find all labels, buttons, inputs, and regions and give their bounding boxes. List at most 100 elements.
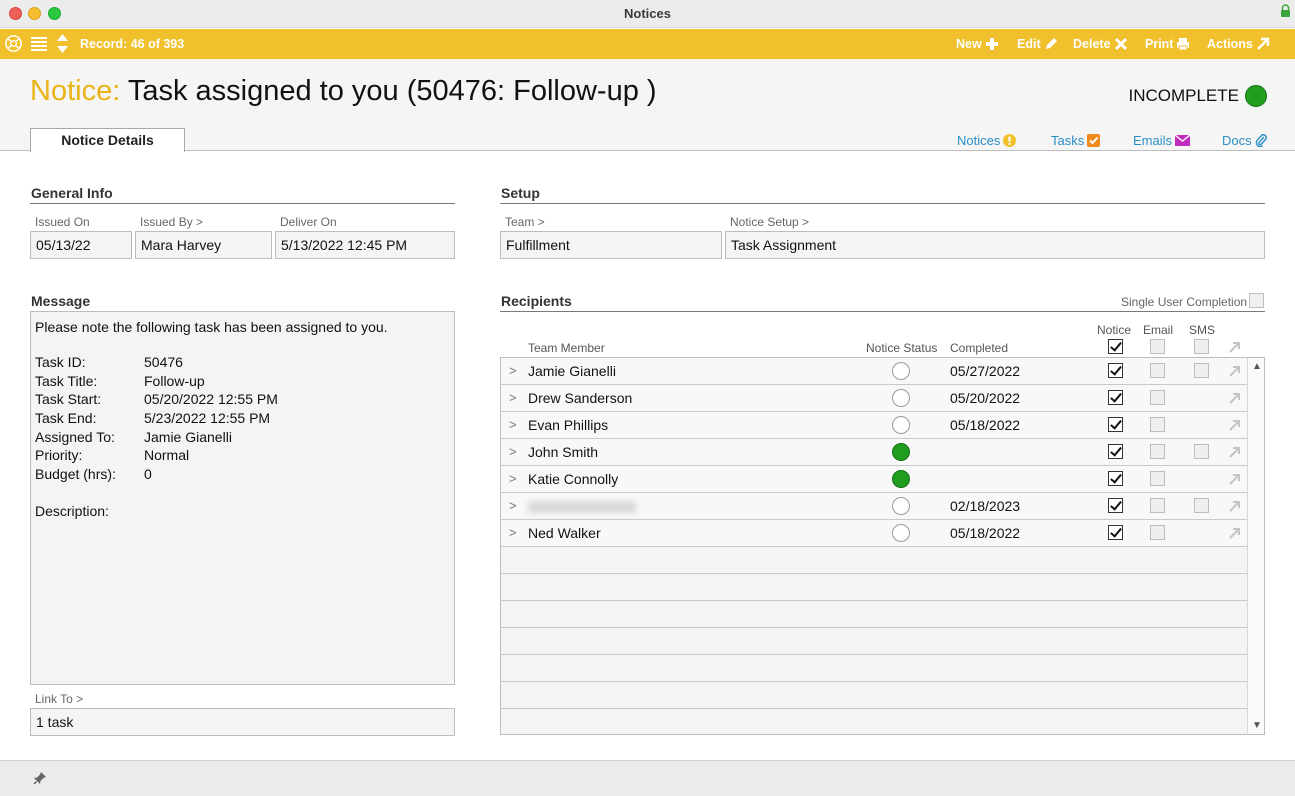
pin-icon[interactable]	[33, 771, 47, 785]
email-checkbox[interactable]	[1150, 390, 1165, 405]
team-label[interactable]: Team >	[505, 215, 545, 229]
delete-button[interactable]: Delete	[1073, 37, 1128, 51]
expand-arrow-icon[interactable]: >	[509, 444, 517, 459]
email-checkbox[interactable]	[1150, 471, 1165, 486]
team-field[interactable]: Fulfillment	[500, 231, 722, 259]
col-sms[interactable]: SMS	[1189, 323, 1215, 337]
recipient-row[interactable]: > Evan Phillips 05/18/2022	[501, 412, 1247, 439]
arrow-out-icon[interactable]	[1229, 392, 1241, 404]
recipient-row[interactable]: > Jamie Gianelli 05/27/2022	[501, 358, 1247, 385]
message-body[interactable]: Please note the following task has been …	[30, 311, 455, 685]
tab-docs[interactable]: Docs	[1222, 133, 1268, 148]
email-checkbox[interactable]	[1150, 498, 1165, 513]
arrow-out-icon[interactable]	[1229, 527, 1241, 539]
issued-by-label[interactable]: Issued By >	[140, 215, 203, 229]
title-bar: Notices	[0, 0, 1295, 28]
link-to-field[interactable]: 1 task	[30, 708, 455, 736]
col-email[interactable]: Email	[1143, 323, 1173, 337]
col-team-member[interactable]: Team Member	[528, 341, 605, 355]
expand-arrow-icon[interactable]: >	[509, 525, 517, 540]
edit-button[interactable]: Edit	[1017, 37, 1058, 51]
email-all-checkbox[interactable]	[1150, 339, 1165, 354]
expand-arrow-icon[interactable]: >	[509, 390, 517, 405]
recipient-row[interactable]: > Drew Sanderson 05/20/2022	[501, 385, 1247, 412]
email-checkbox[interactable]	[1150, 444, 1165, 459]
issued-on-field[interactable]: 05/13/22	[30, 231, 132, 259]
recipient-row[interactable]: >02/18/2023	[501, 493, 1247, 520]
lock-icon[interactable]	[1280, 4, 1291, 18]
link-to-label[interactable]: Link To >	[35, 692, 83, 706]
notice-checkbox[interactable]	[1108, 498, 1123, 513]
recipients-scrollbar[interactable]: ▲ ▼	[1247, 358, 1264, 734]
notice-checkbox[interactable]	[1108, 444, 1123, 459]
issued-by-field[interactable]: Mara Harvey	[135, 231, 272, 259]
sms-checkbox[interactable]	[1194, 444, 1209, 459]
notice-checkbox[interactable]	[1108, 471, 1123, 486]
arrow-out-icon[interactable]	[1229, 365, 1241, 377]
arrow-out-icon[interactable]	[1229, 341, 1241, 353]
email-checkbox[interactable]	[1150, 525, 1165, 540]
tab-notices[interactable]: Notices	[957, 133, 1017, 148]
recipient-row[interactable]: > John Smith	[501, 439, 1247, 466]
issued-on-label: Issued On	[35, 215, 90, 229]
recipient-row[interactable]: > Katie Connolly	[501, 466, 1247, 493]
notice-setup-field[interactable]: Task Assignment	[725, 231, 1265, 259]
notice-all-checkbox[interactable]	[1108, 339, 1123, 354]
notice-checkbox[interactable]	[1108, 363, 1123, 378]
exclamation-icon	[1003, 134, 1017, 147]
redacted-name	[528, 501, 636, 513]
col-completed[interactable]: Completed	[950, 341, 1008, 355]
empty-row	[501, 682, 1247, 709]
empty-row	[501, 574, 1247, 601]
notice-status-dot	[892, 470, 910, 488]
recipient-name[interactable]: Katie Connolly	[528, 471, 618, 487]
recipient-name[interactable]: Drew Sanderson	[528, 390, 632, 406]
col-notice[interactable]: Notice	[1097, 323, 1131, 337]
recipient-name[interactable]: Ned Walker	[528, 525, 601, 541]
notice-checkbox[interactable]	[1108, 525, 1123, 540]
email-checkbox[interactable]	[1150, 417, 1165, 432]
expand-arrow-icon[interactable]: >	[509, 498, 517, 513]
globe-icon[interactable]	[4, 34, 23, 53]
notice-status-dot	[892, 389, 910, 407]
expand-arrow-icon[interactable]: >	[509, 417, 517, 432]
deliver-on-label: Deliver On	[280, 215, 337, 229]
scroll-up-icon[interactable]: ▲	[1252, 361, 1262, 372]
expand-arrow-icon[interactable]: >	[509, 471, 517, 486]
message-intro: Please note the following task has been …	[35, 319, 388, 335]
recipient-name[interactable]: Jamie Gianelli	[528, 363, 616, 379]
notice-status-dot	[892, 497, 910, 515]
sms-all-checkbox[interactable]	[1194, 339, 1209, 354]
scroll-down-icon[interactable]: ▼	[1252, 720, 1262, 731]
notice-checkbox[interactable]	[1108, 390, 1123, 405]
tab-notice-details[interactable]: Notice Details	[30, 128, 185, 152]
tab-emails[interactable]: Emails	[1133, 133, 1191, 148]
arrow-out-icon[interactable]	[1229, 500, 1241, 512]
notice-status-dot	[892, 524, 910, 542]
single-user-completion-checkbox[interactable]	[1249, 293, 1264, 308]
tab-tasks[interactable]: Tasks	[1051, 133, 1101, 148]
sms-checkbox[interactable]	[1194, 498, 1209, 513]
email-checkbox[interactable]	[1150, 363, 1165, 378]
notice-checkbox[interactable]	[1108, 417, 1123, 432]
list-menu-icon[interactable]	[31, 36, 47, 51]
recipient-row[interactable]: > Ned Walker 05/18/2022	[501, 520, 1247, 547]
message-field-key: Task End:	[35, 410, 97, 427]
expand-arrow-icon[interactable]: >	[509, 363, 517, 378]
arrow-out-icon[interactable]	[1229, 419, 1241, 431]
print-button[interactable]: Print	[1145, 37, 1190, 51]
message-field-key: Priority:	[35, 447, 83, 464]
notice-setup-label[interactable]: Notice Setup >	[730, 215, 809, 229]
page-title: Notice: Task assigned to you (50476: Fol…	[30, 75, 657, 108]
deliver-on-field[interactable]: 5/13/2022 12:45 PM	[275, 231, 455, 259]
recipient-name[interactable]: Evan Phillips	[528, 417, 608, 433]
sms-checkbox[interactable]	[1194, 363, 1209, 378]
record-navigator-icon[interactable]	[56, 33, 69, 54]
col-notice-status[interactable]: Notice Status	[866, 341, 937, 355]
arrow-out-icon[interactable]	[1229, 473, 1241, 485]
new-button[interactable]: New	[956, 37, 999, 51]
message-fields: Task ID: 50476 Task Title: Follow-up Task St…	[35, 354, 450, 485]
recipient-name[interactable]: John Smith	[528, 444, 598, 460]
arrow-out-icon[interactable]	[1229, 446, 1241, 458]
actions-button[interactable]: Actions	[1207, 37, 1270, 51]
